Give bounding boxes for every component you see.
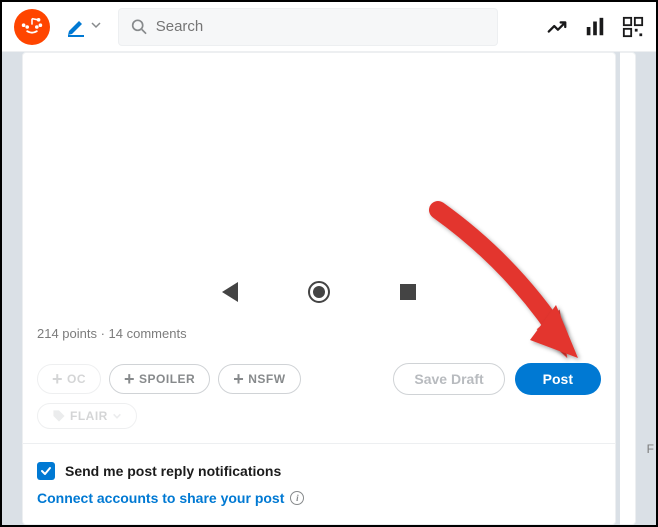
connect-accounts-link[interactable]: Connect accounts to share your post i: [37, 490, 601, 506]
tag-label: NSFW: [248, 372, 285, 386]
info-icon: i: [290, 491, 304, 505]
reply-notifications-checkbox[interactable]: [37, 462, 55, 480]
sidebar-sliver: [620, 52, 636, 525]
check-icon: [40, 465, 52, 477]
post-composer-card: 214 points · 14 comments + OC + SPOILER …: [22, 52, 616, 525]
chevron-down-icon: [112, 411, 122, 421]
chevron-down-icon: [90, 18, 102, 36]
plus-icon: +: [124, 370, 135, 388]
tag-label: OC: [67, 372, 86, 386]
connect-label: Connect accounts to share your post: [37, 490, 284, 506]
tag-row: + OC + SPOILER + NSFW Save Draft Post: [23, 353, 615, 403]
search-input[interactable]: [156, 18, 485, 35]
post-button[interactable]: Post: [515, 363, 601, 395]
reply-notifications-label: Send me post reply notifications: [65, 463, 281, 479]
plus-icon: +: [52, 370, 63, 388]
oc-tag: + OC: [37, 364, 101, 394]
media-controls: [23, 281, 615, 303]
popular-icon[interactable]: [546, 16, 568, 38]
tag-label: FLAIR: [70, 409, 108, 423]
post-stats: 214 points · 14 comments: [37, 326, 187, 341]
nsfw-tag[interactable]: + NSFW: [218, 364, 300, 394]
pencil-icon: [66, 17, 86, 37]
plus-icon: +: [233, 370, 244, 388]
notifications-section: Send me post reply notifications Connect…: [23, 444, 615, 524]
spoiler-tag[interactable]: + SPOILER: [109, 364, 210, 394]
cut-off-text: F: [647, 442, 654, 456]
search-icon: [131, 18, 148, 36]
preview-area: 214 points · 14 comments: [23, 53, 615, 353]
record-icon[interactable]: [308, 281, 330, 303]
tag-label: SPOILER: [139, 372, 195, 386]
flair-tag: FLAIR: [37, 403, 137, 429]
tag-icon: [52, 409, 66, 423]
all-icon[interactable]: [584, 16, 606, 38]
reddit-logo[interactable]: [14, 9, 50, 45]
create-post-dropdown[interactable]: [58, 13, 110, 41]
save-draft-button[interactable]: Save Draft: [393, 363, 504, 395]
search-box[interactable]: [118, 8, 498, 46]
stop-icon[interactable]: [400, 284, 416, 300]
qr-icon[interactable]: [622, 16, 644, 38]
top-header: [2, 2, 656, 52]
play-previous-icon[interactable]: [222, 282, 238, 302]
page-background: 214 points · 14 comments + OC + SPOILER …: [2, 52, 656, 525]
